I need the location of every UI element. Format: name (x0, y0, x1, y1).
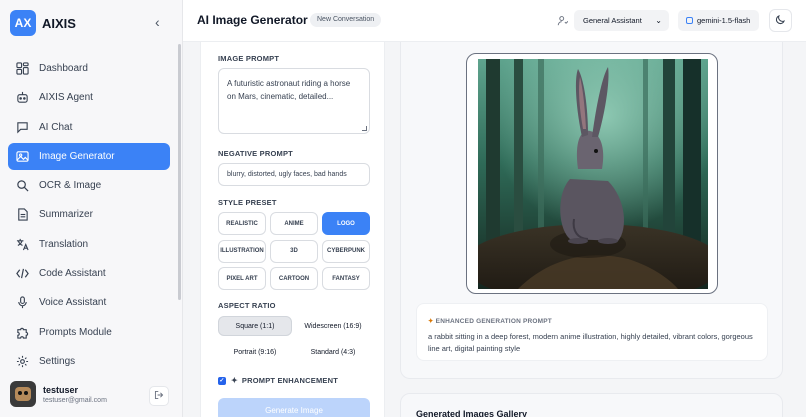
negative-prompt-input[interactable]: blurry, distorted, ugly faces, bad hands (218, 163, 370, 186)
sidebar-nav: Dashboard AIXIS Agent AI Chat Image Gene… (8, 55, 170, 377)
sidebar-item-image-generator[interactable]: Image Generator (8, 142, 170, 170)
generated-image-frame[interactable] (466, 53, 718, 294)
sidebar-item-code-assistant[interactable]: Code Assistant (8, 260, 170, 287)
sidebar-scrollbar[interactable] (178, 44, 181, 300)
chevron-down-icon: ⌄ (655, 16, 662, 25)
generate-image-button[interactable]: Generate Image (218, 398, 370, 417)
prompt-enhancement-checkbox[interactable]: ✓ (218, 376, 226, 385)
preset-illustration[interactable]: ILLUSTRATION (218, 239, 266, 263)
user-name: testuser (43, 384, 79, 395)
resize-handle[interactable] (362, 126, 367, 131)
sidebar-item-aixis-agent[interactable]: AIXIS Agent (8, 84, 170, 111)
logout-button[interactable] (149, 386, 169, 406)
sidebar-item-label: AI Chat (39, 121, 73, 133)
enhanced-prompt-title: ✦ ENHANCED GENERATION PROMPT (428, 318, 552, 325)
agent-select[interactable]: General Assistant ⌄ (574, 10, 669, 31)
document-icon (16, 208, 29, 222)
gallery-title: Generated Images Gallery (416, 409, 528, 417)
user-profile[interactable]: testuser testuser@gmail.com (10, 381, 107, 407)
sidebar-item-prompts-module[interactable]: Prompts Module (8, 319, 170, 346)
sidebar-item-label: AIXIS Agent (39, 92, 93, 104)
avatar (10, 381, 36, 407)
sidebar-item-label: Dashboard (39, 63, 88, 74)
aspect-ratio-label: ASPECT RATIO (218, 301, 276, 310)
ratio-standard[interactable]: Standard (4:3) (296, 342, 370, 362)
app-name: AIXIS (42, 15, 76, 31)
translate-icon (16, 238, 29, 251)
image-prompt-placeholder: A futuristic astronaut riding a horse on… (227, 79, 351, 101)
moon-icon (775, 12, 786, 30)
user-email: testuser@gmail.com (43, 396, 107, 404)
agent-select-value: General Assistant (583, 16, 642, 25)
gallery-panel: Generated Images Gallery (400, 393, 783, 417)
preset-3d[interactable]: 3D (270, 239, 318, 263)
style-preset-grid: REALISTIC ANIME LOGO ILLUSTRATION 3D CYB… (218, 212, 372, 290)
result-panel: ✦ ENHANCED GENERATION PROMPT a rabbit si… (400, 42, 783, 379)
search-icon (16, 179, 29, 192)
puzzle-icon (16, 326, 29, 339)
preset-anime[interactable]: ANIME (270, 212, 318, 235)
style-preset-label: STYLE PRESET (218, 198, 277, 207)
preset-realistic[interactable]: REALISTIC (218, 212, 266, 235)
sidebar-item-settings[interactable]: Settings (8, 348, 170, 375)
robot-icon (16, 91, 29, 104)
sidebar-item-summarizer[interactable]: Summarizer (8, 201, 170, 228)
app-logo: AX (10, 10, 36, 36)
preset-fantasy[interactable]: FANTASY (322, 267, 370, 290)
code-icon (16, 267, 29, 280)
sidebar-item-ocr-image[interactable]: OCR & Image (8, 172, 170, 199)
microphone-icon (16, 296, 29, 309)
preset-cartoon[interactable]: CARTOON (270, 267, 318, 290)
preset-pixel-art[interactable]: PIXEL ART (218, 267, 266, 290)
page-title: AI Image Generator (197, 13, 308, 27)
preset-logo[interactable]: LOGO (322, 212, 370, 235)
sidebar-item-label: Settings (39, 355, 76, 367)
ratio-portrait[interactable]: Portrait (9:16) (218, 342, 292, 362)
gear-icon (16, 355, 29, 368)
prompt-enhancement-toggle[interactable]: ✓ ✦ PROMPT ENHANCEMENT (218, 376, 338, 385)
negative-prompt-label: NEGATIVE PROMPT (218, 149, 293, 158)
image-prompt-label: IMAGE PROMPT (218, 54, 280, 63)
sidebar-item-label: Image Generator (39, 150, 115, 162)
model-badge[interactable]: gemini-1.5-flash (678, 10, 759, 31)
chat-icon (16, 121, 29, 134)
sidebar-item-voice-assistant[interactable]: Voice Assistant (8, 289, 170, 316)
user-agent-icon (557, 13, 569, 31)
brand[interactable]: AX AIXIS (10, 10, 76, 36)
generated-image[interactable] (478, 59, 708, 289)
conversation-badge[interactable]: New Conversation (310, 13, 382, 27)
prompt-enhancement-label: PROMPT ENHANCEMENT (241, 376, 339, 385)
logout-icon (154, 387, 164, 405)
collapse-sidebar-icon[interactable]: ‹ (155, 14, 160, 30)
sidebar-item-ai-chat[interactable]: AI Chat (8, 114, 170, 141)
sidebar-item-dashboard[interactable]: Dashboard (8, 55, 170, 82)
sidebar-item-label: Summarizer (39, 209, 93, 221)
generation-form: IMAGE PROMPT A futuristic astronaut ridi… (200, 42, 385, 417)
magic-wand-icon: ✦ (231, 376, 238, 385)
magic-wand-icon: ✦ (428, 318, 434, 325)
top-header: AI Image Generator New Conversation Gene… (183, 0, 806, 42)
enhanced-prompt-text: a rabbit sitting in a deep forest, moder… (428, 332, 753, 353)
preset-cyberpunk[interactable]: CYBERPUNK (322, 239, 370, 263)
enhanced-prompt-card: ✦ ENHANCED GENERATION PROMPT a rabbit si… (416, 303, 768, 361)
sidebar-item-label: Voice Assistant (39, 297, 107, 309)
sidebar: AX AIXIS ‹ Dashboard AIXIS Agent AI Chat… (0, 0, 183, 417)
negative-prompt-value: blurry, distorted, ugly faces, bad hands (227, 171, 347, 178)
theme-toggle-button[interactable] (769, 9, 792, 32)
sidebar-item-translation[interactable]: Translation (8, 231, 170, 258)
image-prompt-input[interactable]: A futuristic astronaut riding a horse on… (218, 68, 370, 134)
sidebar-item-label: Translation (39, 238, 89, 250)
aspect-ratio-grid: Square (1:1) Widescreen (16:9) Portrait … (218, 316, 372, 362)
image-icon (16, 150, 29, 163)
model-icon (686, 17, 693, 24)
ratio-square[interactable]: Square (1:1) (218, 316, 292, 336)
sidebar-item-label: OCR & Image (39, 180, 102, 192)
ratio-widescreen[interactable]: Widescreen (16:9) (296, 316, 370, 336)
sidebar-item-label: Prompts Module (39, 326, 112, 338)
dashboard-icon (16, 62, 29, 75)
sidebar-item-label: Code Assistant (39, 268, 106, 280)
model-name: gemini-1.5-flash (697, 16, 751, 25)
